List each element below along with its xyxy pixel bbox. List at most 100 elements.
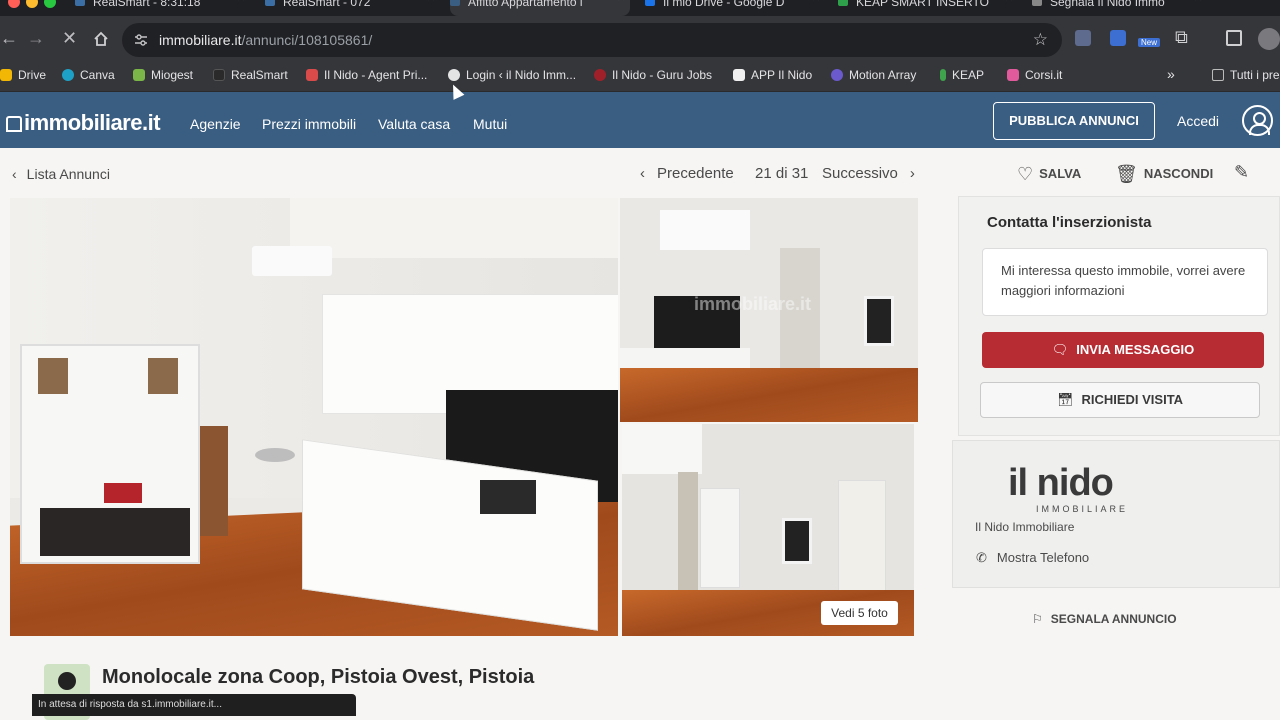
miogest-icon [133, 69, 145, 81]
tab-favicon-icon [838, 0, 848, 6]
bookmark-agent-pri[interactable]: Il Nido - Agent Pri... [306, 68, 427, 82]
bookmark-label: Miogest [151, 68, 194, 82]
show-phone-label: Mostra Telefono [996, 550, 1090, 565]
edit-icon[interactable]: ✎ [1234, 162, 1249, 183]
report-label: SEGNALA ANNUNCIO [1050, 612, 1177, 626]
nido-icon [306, 69, 318, 81]
bookmark-corsi[interactable]: Corsi.it [1007, 68, 1062, 82]
login-link[interactable]: Accedi [1177, 113, 1219, 129]
tab-title: Affitto Appartamento i [468, 0, 583, 9]
flag-icon: ⚐ [1032, 612, 1043, 626]
address-bar[interactable]: immobiliare.it/annunci/108105861/ ☆ [122, 23, 1062, 57]
hide-label: NASCONDI [1143, 166, 1214, 181]
browser-tab-active[interactable]: Affitto Appartamento i ✕ [450, 0, 630, 16]
publish-listing-button[interactable]: PUBBLICA ANNUNCI [993, 102, 1155, 140]
extension-icon[interactable] [1075, 30, 1091, 46]
house-logo-icon [6, 116, 22, 132]
contact-title: Contatta l'inserzionista [987, 214, 1152, 231]
bookmark-login[interactable]: Login ‹ il Nido Imm... [448, 68, 576, 82]
home-icon[interactable] [93, 31, 109, 47]
bookmark-star-icon[interactable]: ☆ [1033, 30, 1048, 50]
chat-icon: 🗨︎ [1051, 342, 1069, 357]
site-header: immobiliare.it Agenzie Prezzi immobili V… [0, 92, 1280, 148]
guru-icon [594, 69, 606, 81]
web-page: immobiliare.it Agenzie Prezzi immobili V… [0, 92, 1280, 720]
hide-button[interactable]: 🗑︎ NASCONDI [1115, 164, 1213, 185]
profile-avatar[interactable] [1258, 28, 1280, 50]
bookmark-guru-jobs[interactable]: Il Nido - Guru Jobs [594, 68, 712, 82]
wordpress-icon [448, 69, 460, 81]
back-to-list-link[interactable]: ‹ Lista Annunci [12, 166, 110, 182]
browser-tab[interactable]: RealSmart - 8:31:18 ✕ [75, 0, 250, 16]
browser-tab[interactable]: Il mio Drive - Google D ✕ [645, 0, 825, 16]
main-photo[interactable] [10, 198, 618, 636]
request-visit-label: RICHIEDI VISITA [1081, 392, 1184, 407]
see-more-photos-button[interactable]: Vedi 5 foto [821, 601, 898, 625]
bookmark-app-nido[interactable]: APP Il Nido [733, 68, 812, 82]
stop-loading-icon[interactable]: ✕ [62, 28, 77, 49]
send-message-button[interactable]: 🗨︎ INVIA MESSAGGIO [982, 332, 1264, 368]
tab-favicon-icon [645, 0, 655, 6]
thumbnail-photo[interactable]: immobiliare.it [620, 198, 918, 422]
site-logo[interactable]: immobiliare.it [6, 110, 161, 136]
zoom-window-button[interactable] [44, 0, 56, 8]
back-arrow-icon[interactable]: ← [0, 28, 18, 49]
bookmark-miogest[interactable]: Miogest [133, 68, 193, 82]
map-pin-icon [58, 672, 76, 690]
minimize-window-button[interactable] [26, 0, 38, 8]
previous-listing-link[interactable]: ‹ Precedente [640, 165, 734, 182]
canva-icon [62, 69, 74, 81]
bookmark-label: KEAP [952, 68, 985, 82]
forward-arrow-icon[interactable]: → [27, 28, 45, 49]
save-button[interactable]: ♡ SALVA [1017, 164, 1081, 185]
bookmark-keap[interactable]: KEAP [940, 68, 984, 82]
nav-prezzi-immobili[interactable]: Prezzi immobili [262, 116, 356, 132]
air-conditioner [252, 246, 332, 276]
bar-stool [255, 448, 295, 462]
tab-title: KEAP SMART INSERTO [856, 0, 989, 9]
bookmark-label: Il Nido - Guru Jobs [612, 68, 713, 82]
browser-tab[interactable]: Segnala Il Nido Immo ✕ [1032, 0, 1207, 16]
photo-cabinet [622, 424, 702, 474]
browser-tab[interactable]: RealSmart - 072 ✕ [265, 0, 440, 16]
bookmark-label: Motion Array [849, 68, 917, 82]
back-label: Lista Annunci [26, 166, 110, 182]
bookmark-realsmart[interactable]: RealSmart [213, 68, 288, 82]
bookmark-drive[interactable]: Drive [0, 68, 46, 82]
agency-logo[interactable]: il nido [1008, 462, 1114, 505]
tab-title: RealSmart - 8:31:18 [93, 0, 201, 9]
extensions-puzzle-icon[interactable]: ⧉ [1175, 27, 1188, 48]
bookmark-label: Corsi.it [1025, 68, 1063, 82]
nav-agenzie[interactable]: Agenzie [190, 116, 241, 132]
extension-icon[interactable] [1110, 30, 1126, 46]
nav-mutui[interactable]: Mutui [473, 116, 507, 132]
site-settings-icon[interactable] [134, 33, 148, 47]
photo-floor [620, 368, 918, 422]
more-bookmarks-chevron-icon[interactable]: » [1167, 66, 1175, 82]
bookmark-motion-array[interactable]: Motion Array [831, 68, 916, 82]
user-account-icon[interactable] [1242, 105, 1273, 136]
bookmark-canva[interactable]: Canva [62, 68, 115, 82]
bookmark-label: Drive [18, 68, 47, 82]
photo-art [782, 518, 812, 564]
photo-cabinet [660, 210, 750, 250]
report-listing-link[interactable]: ⚐ SEGNALA ANNUNCIO [1032, 612, 1177, 626]
next-listing-link[interactable]: Successivo › [822, 165, 915, 182]
folder-icon [1212, 69, 1224, 81]
close-window-button[interactable] [8, 0, 20, 8]
drive-icon [0, 69, 12, 81]
url-path: /annunci/108105861/ [241, 32, 373, 48]
nav-valuta-casa[interactable]: Valuta casa [378, 116, 450, 132]
agency-name[interactable]: Il Nido Immobiliare [975, 520, 1074, 534]
browser-tab[interactable]: KEAP SMART INSERTO ✕ [838, 0, 1018, 16]
tab-favicon-icon [75, 0, 85, 6]
bookmark-folder-all[interactable]: Tutti i pre [1212, 68, 1280, 82]
message-textarea[interactable]: Mi interessa questo immobile, vorrei ave… [982, 248, 1268, 316]
show-phone-link[interactable]: ✆ Mostra Telefono [976, 550, 1089, 566]
bookmark-label: Login ‹ il Nido Imm... [466, 68, 577, 82]
side-panel-icon[interactable] [1226, 30, 1242, 46]
heart-icon: ♡ [1017, 164, 1034, 184]
bookmarks-bar: Drive Canva Miogest RealSmart Il Nido - … [0, 62, 1280, 92]
motion-array-icon [831, 69, 843, 81]
request-visit-button[interactable]: 📅︎ RICHIEDI VISITA [980, 382, 1260, 418]
